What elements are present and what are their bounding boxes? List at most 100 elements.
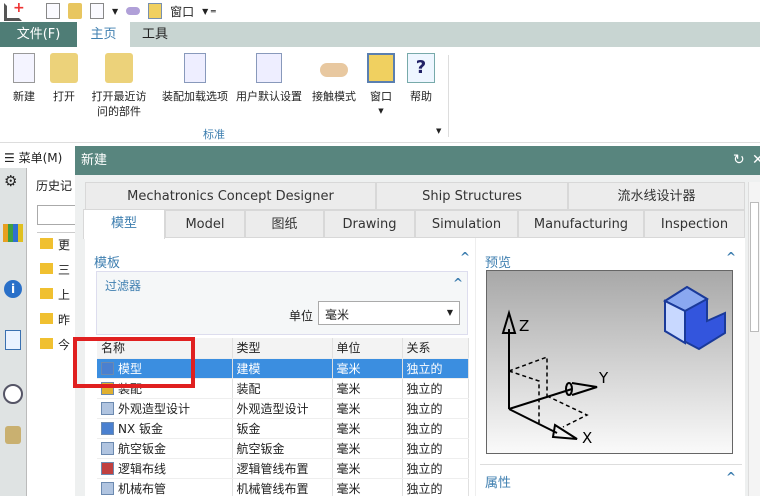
info-icon[interactable]: i: [4, 280, 22, 298]
open-recent-button[interactable]: 打开最近访 问的部件: [86, 53, 152, 119]
cell-unit: 毫米: [332, 438, 403, 459]
column-header-relation[interactable]: 关系: [402, 338, 469, 359]
window-menu[interactable]: 窗口: [170, 3, 194, 20]
ribbon-tab-bar: 文件(F) 主页 工具: [0, 22, 760, 47]
filter-section-header[interactable]: 过滤器: [105, 277, 141, 294]
tab-model-cn[interactable]: 模型: [83, 209, 165, 239]
menu-icon: ☰: [4, 151, 19, 165]
collapse-icon[interactable]: ^: [453, 276, 463, 290]
column-header-unit[interactable]: 单位: [332, 338, 403, 359]
tab-drawing[interactable]: Drawing: [324, 210, 415, 238]
cell-relation: 独立的: [402, 438, 469, 459]
cell-name: NX 钣金: [97, 418, 233, 439]
cell-type: 外观造型设计: [232, 398, 333, 419]
tab-inspection[interactable]: Inspection: [644, 210, 745, 238]
preview-image: Z Y X: [486, 270, 733, 454]
table-row[interactable]: 航空钣金 航空钣金 毫米 独立的: [97, 438, 469, 459]
reset-icon[interactable]: ↻: [733, 146, 745, 175]
cell-text: 机械布管: [118, 481, 167, 496]
unit-select[interactable]: 毫米 ▼: [318, 301, 460, 325]
template-icon: [101, 461, 114, 475]
unit-label: 单位: [289, 309, 314, 323]
help-button[interactable]: ? 帮助: [404, 53, 438, 104]
new-button[interactable]: 新建: [6, 53, 42, 104]
cell-unit: 毫米: [332, 398, 403, 419]
new-file-dialog: 新建 ↻ ✕ Mechatronics Concept Designer Shi…: [75, 146, 760, 496]
new-dropdown-icon[interactable]: [90, 3, 104, 19]
table-row[interactable]: 外观造型设计 外观造型设计 毫米 独立的: [97, 398, 469, 419]
tab-simulation[interactable]: Simulation: [415, 210, 518, 238]
history-clock-icon[interactable]: [3, 384, 23, 404]
cell-text: 独立的: [406, 421, 443, 436]
new-file-icon[interactable]: [46, 3, 60, 19]
chevron-down-icon[interactable]: ▼: [112, 7, 118, 16]
template-icon: [101, 481, 114, 495]
app-logo-icon[interactable]: +: [4, 0, 25, 21]
highlight-box: [73, 337, 195, 388]
cell-relation: 独立的: [402, 398, 469, 419]
cell-name: 逻辑布线: [97, 458, 233, 479]
tab-line-designer[interactable]: 流水线设计器: [568, 182, 745, 210]
window-icon[interactable]: [148, 3, 163, 19]
properties-section-header[interactable]: 属性: [485, 472, 511, 491]
cell-relation: 独立的: [402, 418, 469, 439]
touch-mode-icon[interactable]: [126, 7, 141, 15]
cell-text: 建模: [236, 361, 261, 376]
cell-text: 逻辑布线: [118, 461, 167, 476]
assembly-load-options-button[interactable]: 装配加载选项: [160, 53, 230, 104]
column-header-type[interactable]: 类型: [232, 338, 333, 359]
tab-ship-structures[interactable]: Ship Structures: [376, 182, 568, 210]
dialog-title-bar[interactable]: 新建 ↻ ✕: [75, 146, 760, 175]
collapse-icon[interactable]: ^: [726, 470, 736, 484]
tab-home[interactable]: 主页: [77, 22, 130, 47]
template-section-header[interactable]: 模板: [94, 252, 120, 271]
template-icon: [101, 441, 114, 455]
chevron-down-icon[interactable]: ▼ ═: [202, 7, 216, 16]
cell-name: 外观造型设计: [97, 398, 233, 419]
user-defaults-button[interactable]: 用户默认设置: [234, 53, 304, 104]
preview-section-header[interactable]: 预览: [485, 252, 511, 271]
web-browser-icon[interactable]: [5, 330, 21, 350]
user-settings-icon: [256, 53, 282, 83]
roles-icon[interactable]: [5, 426, 21, 444]
filter-group: 过滤器 ^ 单位 毫米 ▼: [96, 271, 468, 335]
cell-text: 毫米: [336, 381, 361, 396]
tab-drawing-cn[interactable]: 图纸: [245, 210, 324, 238]
touch-mode-button[interactable]: 接触模式: [310, 53, 358, 104]
quick-access-toolbar: + ▼ 窗口 ▼ ═: [0, 0, 760, 22]
window-button[interactable]: 窗口 ▼: [364, 53, 398, 119]
hand-pointer-icon: [320, 63, 348, 77]
table-row[interactable]: NX 钣金 钣金 毫米 独立的: [97, 418, 469, 439]
collapse-icon[interactable]: ^: [726, 250, 736, 264]
tab-manufacturing[interactable]: Manufacturing: [518, 210, 644, 238]
new-file-icon: [13, 53, 35, 83]
cell-unit: 毫米: [332, 378, 403, 399]
tab-mechatronics[interactable]: Mechatronics Concept Designer: [85, 182, 376, 210]
close-icon[interactable]: ✕: [752, 146, 760, 175]
table-row[interactable]: 机械布管 机械管线布置 毫米 独立的: [97, 478, 469, 496]
help-icon: ?: [407, 53, 435, 83]
tab-file[interactable]: 文件(F): [0, 22, 77, 47]
x-axis-label: X: [582, 429, 592, 447]
dialog-scrollbar[interactable]: [748, 182, 760, 496]
tab-tools[interactable]: 工具: [130, 22, 180, 47]
reuse-library-icon[interactable]: [3, 224, 23, 242]
group-expand-icon[interactable]: ▼: [436, 127, 441, 135]
menu-button[interactable]: ☰ 菜单(M): [4, 149, 62, 166]
table-row[interactable]: 逻辑布线 逻辑管线布置 毫米 独立的: [97, 458, 469, 479]
cell-text: 航空钣金: [118, 441, 167, 456]
dialog-title: 新建: [81, 153, 108, 168]
open-folder-icon[interactable]: [68, 3, 82, 19]
cell-text: 独立的: [406, 381, 443, 396]
coordinate-system-icon: Z Y X: [501, 285, 726, 447]
cell-text: 毫米: [336, 441, 361, 456]
part-model-icon: [662, 285, 726, 351]
group-label-standard: 标准: [203, 128, 225, 141]
gear-icon[interactable]: ⚙: [4, 172, 17, 190]
collapse-icon[interactable]: ^: [460, 250, 470, 264]
tab-model[interactable]: Model: [165, 210, 245, 238]
cell-text: 独立的: [406, 441, 443, 456]
z-axis-label: Z: [519, 317, 529, 335]
open-button[interactable]: 打开: [46, 53, 82, 104]
scrollbar-thumb[interactable]: [750, 202, 759, 332]
